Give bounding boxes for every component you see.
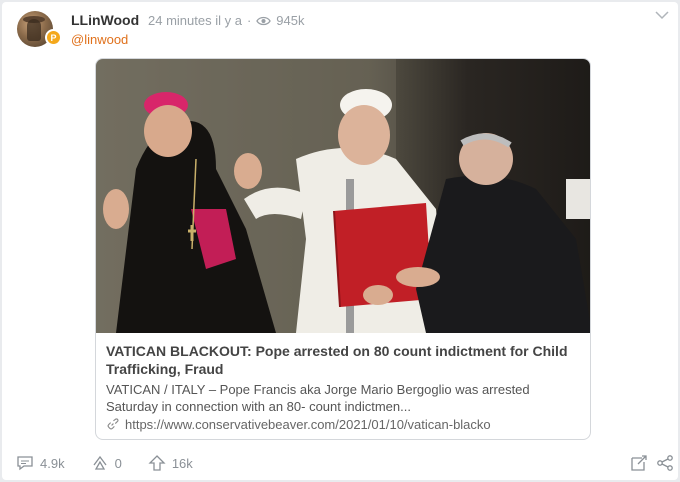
right-actions bbox=[630, 454, 674, 472]
view-count: 945k bbox=[276, 13, 305, 28]
link-title[interactable]: VATICAN BLACKOUT: Pope arrested on 80 co… bbox=[106, 342, 582, 378]
post-card: P LLinWood 24 minutes il y a · 945k @lin… bbox=[2, 2, 678, 480]
comment-button[interactable]: 4.9k bbox=[16, 454, 65, 472]
link-url[interactable]: https://www.conservativebeaver.com/2021/… bbox=[125, 417, 491, 432]
username[interactable]: LLinWood bbox=[71, 12, 139, 28]
post-meta: 24 minutes il y a · 945k bbox=[148, 13, 304, 28]
eye-icon bbox=[256, 16, 272, 25]
verified-badge: P bbox=[45, 29, 62, 46]
action-bar: 4.9k 0 16k bbox=[16, 454, 219, 472]
chevron-down-icon[interactable] bbox=[654, 8, 670, 22]
share-icon[interactable] bbox=[656, 454, 674, 472]
repost-icon bbox=[93, 455, 107, 470]
timestamp: 24 minutes il y a bbox=[148, 13, 242, 28]
user-handle[interactable]: @linwood bbox=[71, 32, 128, 47]
comment-count: 4.9k bbox=[40, 455, 65, 471]
link-description: VATICAN / ITALY – Pope Francis aka Jorge… bbox=[106, 382, 530, 414]
repost-button[interactable]: 0 bbox=[91, 454, 122, 472]
link-icon bbox=[107, 418, 119, 430]
quote-icon[interactable] bbox=[630, 454, 648, 472]
upvote-icon bbox=[148, 455, 166, 471]
meta-separator: · bbox=[246, 13, 252, 28]
link-url-row[interactable]: https://www.conservativebeaver.com/2021/… bbox=[106, 417, 491, 432]
preview-image bbox=[96, 59, 590, 333]
upvote-button[interactable]: 16k bbox=[148, 454, 193, 472]
upvote-count: 16k bbox=[171, 455, 193, 471]
comment-icon bbox=[17, 456, 33, 471]
repost-count: 0 bbox=[114, 455, 122, 471]
link-preview-card[interactable]: VATICAN BLACKOUT: Pope arrested on 80 co… bbox=[95, 58, 591, 440]
